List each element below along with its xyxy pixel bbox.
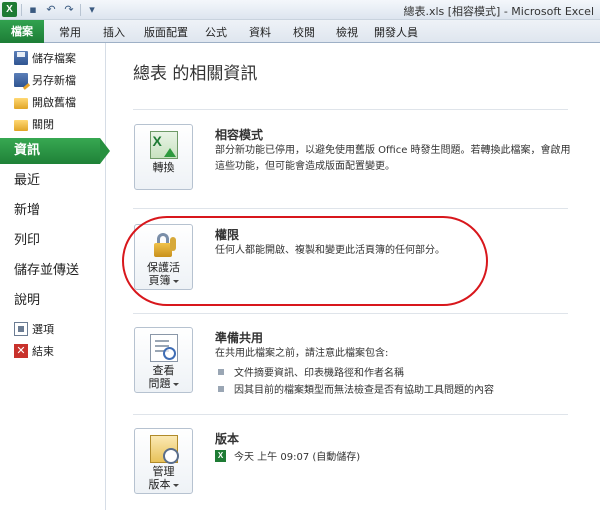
options-label: 選項: [32, 323, 54, 336]
bullet-icon: [218, 385, 224, 392]
customize-qat-icon[interactable]: ▾: [85, 3, 99, 17]
compat-description: 部分新功能已停用，以避免使用舊版 Office 時發生問題。若轉換此檔案，會啟用…: [215, 145, 571, 172]
qat-separator: [21, 3, 22, 16]
save-as-icon: [14, 73, 28, 87]
save-as-command[interactable]: 另存新檔: [0, 69, 106, 91]
qat-separator: [80, 3, 81, 16]
excel-file-icon: X: [215, 449, 226, 462]
tab-file[interactable]: 檔案: [0, 20, 44, 43]
version-entry[interactable]: X 今天 上午 09:07 (自動儲存): [215, 448, 360, 463]
close-folder-icon: [14, 119, 28, 131]
sidebar-item-new[interactable]: 新增: [0, 198, 106, 224]
tab-data[interactable]: 資料: [240, 23, 280, 43]
tab-insert[interactable]: 插入: [94, 23, 134, 43]
window-title: 總表.xls [相容模式] - Microsoft Excel: [403, 5, 594, 18]
exit-icon: ✕: [14, 344, 28, 358]
page-title: 總表 的相關資訊: [133, 64, 258, 84]
compat-title: 相容模式: [215, 128, 264, 142]
check-issues-button[interactable]: 查看 問題: [134, 327, 193, 393]
divider: [133, 109, 568, 110]
inspect-document-icon: [149, 334, 178, 362]
chevron-down-icon: [172, 382, 179, 386]
save-as-label: 另存新檔: [32, 74, 76, 87]
tab-developer[interactable]: 開發人員: [367, 23, 425, 43]
save-label: 儲存檔案: [32, 52, 76, 65]
sidebar-item-print[interactable]: 列印: [0, 228, 106, 254]
options-icon: [14, 322, 28, 336]
close-label: 關閉: [32, 118, 54, 131]
chevron-down-icon: [172, 483, 179, 487]
bullet-icon: [218, 368, 224, 375]
close-command[interactable]: 關閉: [0, 113, 106, 135]
open-label: 開啟舊檔: [32, 96, 76, 109]
exit-command[interactable]: ✕ 結束: [0, 340, 106, 362]
options-command[interactable]: 選項: [0, 318, 106, 340]
compat-section: 轉換 相容模式 部分新功能已停用，以避免使用舊版 Office 時發生問題。若轉…: [134, 124, 574, 194]
list-item: 文件摘要資訊、印表機路徑和作者名稱: [215, 364, 404, 379]
qat-save-icon[interactable]: ▪: [26, 3, 40, 17]
manage-versions-icon: [149, 435, 179, 464]
divider: [133, 414, 568, 415]
tab-view[interactable]: 檢視: [327, 23, 367, 43]
tab-review[interactable]: 校閱: [284, 23, 324, 43]
backstage-sidebar: 儲存檔案 另存新檔 開啟舊檔 關閉 資訊 最近 新增 列印 儲存並傳送 說明 選…: [0, 43, 110, 510]
save-icon: [14, 51, 28, 65]
manage-label-line1: 管理: [152, 465, 175, 478]
exit-label: 結束: [32, 345, 54, 358]
divider: [133, 208, 568, 209]
save-command[interactable]: 儲存檔案: [0, 47, 106, 69]
prepare-title: 準備共用: [215, 331, 264, 345]
title-bar: X ▪ ↶ ↷ ▾ 總表.xls [相容模式] - Microsoft Exce…: [0, 0, 600, 20]
open-command[interactable]: 開啟舊檔: [0, 91, 106, 113]
quick-access-toolbar: X ▪ ↶ ↷ ▾: [2, 2, 99, 17]
check-label-line1: 查看: [152, 364, 175, 377]
list-item: 因其目前的檔案類型而無法檢查是否有協助工具問題的內容: [215, 381, 494, 396]
divider: [133, 313, 568, 314]
sidebar-item-save-send[interactable]: 儲存並傳送: [0, 258, 106, 284]
convert-label: 轉換: [152, 161, 175, 174]
manage-versions-button[interactable]: 管理 版本: [134, 428, 193, 494]
manage-label-line2: 版本: [135, 478, 192, 491]
prepare-section: 查看 問題 準備共用 在共用此檔案之前，請注意此檔案包含: 文件摘要資訊、印表機…: [134, 327, 574, 397]
tab-page-layout[interactable]: 版面配置: [137, 23, 195, 43]
check-label-line2: 問題: [135, 377, 192, 390]
convert-button[interactable]: 轉換: [134, 124, 193, 190]
excel-logo-icon[interactable]: X: [2, 2, 17, 17]
version-entry-label: 今天 上午 09:07 (自動儲存): [234, 452, 361, 463]
undo-icon[interactable]: ↶: [44, 3, 58, 17]
sidebar-item-recent[interactable]: 最近: [0, 168, 106, 194]
tab-formulas[interactable]: 公式: [196, 23, 236, 43]
sidebar-item-help[interactable]: 說明: [0, 288, 106, 314]
redo-icon[interactable]: ↷: [62, 3, 76, 17]
ribbon-tabs: 檔案 常用 插入 版面配置 公式 資料 校閱 檢視 開發人員: [0, 20, 600, 43]
prepare-description: 在共用此檔案之前，請注意此檔案包含:: [215, 348, 389, 359]
tab-home[interactable]: 常用: [50, 23, 90, 43]
open-folder-icon: [14, 97, 28, 109]
versions-title: 版本: [215, 432, 240, 446]
convert-icon: [149, 131, 178, 159]
sidebar-item-info[interactable]: 資訊: [0, 138, 110, 164]
highlight-circle: [122, 216, 488, 306]
versions-section: 管理 版本 版本 X 今天 上午 09:07 (自動儲存): [134, 428, 574, 498]
